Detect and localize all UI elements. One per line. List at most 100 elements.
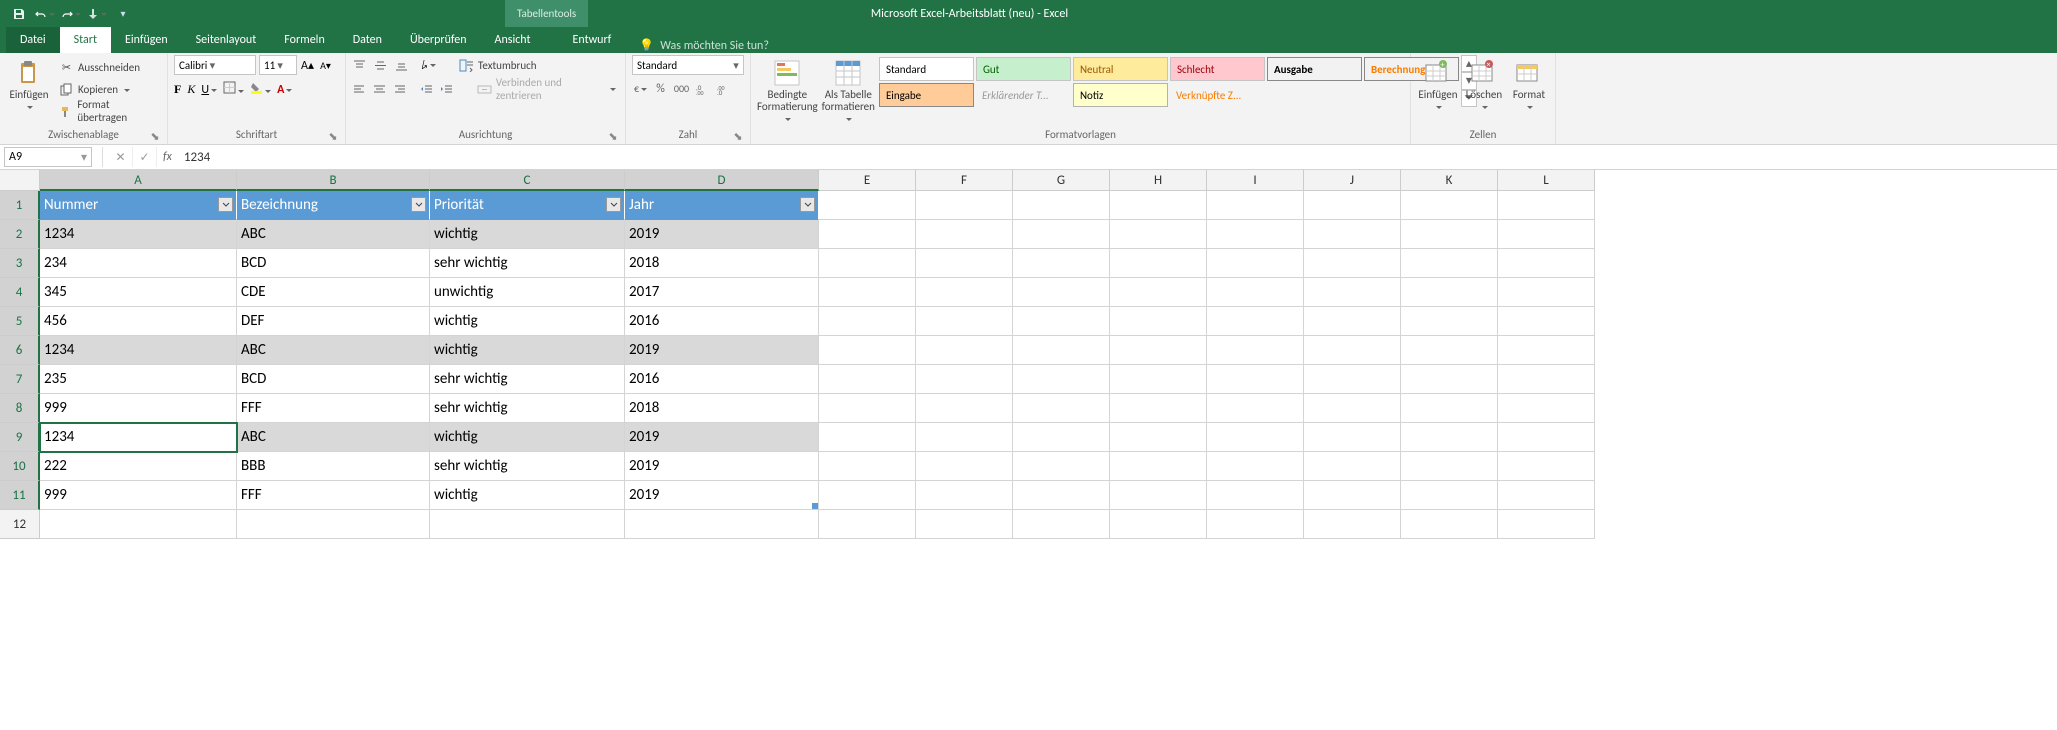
save-icon[interactable]: [8, 3, 30, 25]
cell-F9[interactable]: [916, 423, 1013, 452]
cell-D1[interactable]: Jahr: [625, 191, 819, 220]
tell-me-search[interactable]: 💡 Was möchten Sie tun?: [625, 38, 783, 53]
cell-E12[interactable]: [819, 510, 916, 539]
percent-icon[interactable]: %: [653, 81, 668, 96]
cut-button[interactable]: ✂Ausschneiden: [56, 57, 161, 77]
col-header-D[interactable]: D: [625, 170, 819, 191]
row-header-4[interactable]: 4: [0, 278, 40, 307]
align-bottom-icon[interactable]: [394, 58, 409, 73]
cell-G5[interactable]: [1013, 307, 1110, 336]
cell-L1[interactable]: [1498, 191, 1595, 220]
cell-B8[interactable]: FFF: [237, 394, 430, 423]
style-neutral[interactable]: Neutral: [1073, 57, 1168, 81]
cell-J7[interactable]: [1304, 365, 1401, 394]
dialog-launcher-icon[interactable]: ⬊: [607, 130, 619, 142]
col-header-B[interactable]: B: [237, 170, 430, 191]
increase-indent-icon[interactable]: [440, 82, 454, 97]
style-note[interactable]: Notiz: [1073, 83, 1168, 107]
cell-L8[interactable]: [1498, 394, 1595, 423]
row-header-7[interactable]: 7: [0, 365, 40, 394]
cell-C2[interactable]: wichtig: [430, 220, 625, 249]
cell-L12[interactable]: [1498, 510, 1595, 539]
tab-insert[interactable]: Einfügen: [111, 27, 182, 53]
cell-K1[interactable]: [1401, 191, 1498, 220]
filter-icon[interactable]: [606, 197, 621, 212]
copy-button[interactable]: Kopieren: [56, 79, 161, 99]
tab-review[interactable]: Überprüfen: [396, 27, 481, 53]
col-header-J[interactable]: J: [1304, 170, 1401, 191]
cell-F12[interactable]: [916, 510, 1013, 539]
number-format-combo[interactable]: Standard▾: [632, 55, 744, 75]
cell-J2[interactable]: [1304, 220, 1401, 249]
cell-E1[interactable]: [819, 191, 916, 220]
cell-H6[interactable]: [1110, 336, 1207, 365]
cell-E4[interactable]: [819, 278, 916, 307]
cell-I7[interactable]: [1207, 365, 1304, 394]
touch-mode-icon[interactable]: [86, 3, 108, 25]
italic-button[interactable]: K: [187, 82, 195, 97]
cell-J6[interactable]: [1304, 336, 1401, 365]
cell-K11[interactable]: [1401, 481, 1498, 510]
shrink-font-icon[interactable]: A▾: [318, 58, 333, 73]
tab-layout[interactable]: Seitenlayout: [182, 27, 271, 53]
cell-H5[interactable]: [1110, 307, 1207, 336]
col-header-L[interactable]: L: [1498, 170, 1595, 191]
style-bad[interactable]: Schlecht: [1170, 57, 1265, 81]
col-header-G[interactable]: G: [1013, 170, 1110, 191]
tab-formulas[interactable]: Formeln: [270, 27, 338, 53]
cell-D10[interactable]: 2019: [625, 452, 819, 481]
cell-L11[interactable]: [1498, 481, 1595, 510]
cell-C1[interactable]: Priorität: [430, 191, 625, 220]
cell-F3[interactable]: [916, 249, 1013, 278]
select-all-corner[interactable]: [0, 170, 40, 191]
row-header-6[interactable]: 6: [0, 336, 40, 365]
cell-K2[interactable]: [1401, 220, 1498, 249]
cell-A4[interactable]: 345: [40, 278, 237, 307]
cell-I2[interactable]: [1207, 220, 1304, 249]
cell-G2[interactable]: [1013, 220, 1110, 249]
cell-F10[interactable]: [916, 452, 1013, 481]
cell-H2[interactable]: [1110, 220, 1207, 249]
cell-A12[interactable]: [40, 510, 237, 539]
orientation-icon[interactable]: ⭞: [421, 58, 436, 73]
align-top-icon[interactable]: [352, 58, 367, 73]
format-cells-button[interactable]: Format: [1509, 55, 1549, 113]
cell-D5[interactable]: 2016: [625, 307, 819, 336]
filter-icon[interactable]: [218, 197, 233, 212]
cell-J9[interactable]: [1304, 423, 1401, 452]
cell-F5[interactable]: [916, 307, 1013, 336]
cell-J4[interactable]: [1304, 278, 1401, 307]
cell-K7[interactable]: [1401, 365, 1498, 394]
align-center-icon[interactable]: [372, 82, 386, 97]
decrease-indent-icon[interactable]: [419, 82, 433, 97]
cell-F1[interactable]: [916, 191, 1013, 220]
row-header-2[interactable]: 2: [0, 220, 40, 249]
row-header-11[interactable]: 11: [0, 481, 40, 510]
cell-H7[interactable]: [1110, 365, 1207, 394]
col-header-F[interactable]: F: [916, 170, 1013, 191]
dialog-launcher-icon[interactable]: ⬊: [149, 130, 161, 142]
cell-J12[interactable]: [1304, 510, 1401, 539]
enter-formula-icon[interactable]: ✓: [133, 147, 157, 167]
row-header-1[interactable]: 1: [0, 191, 40, 220]
cell-I6[interactable]: [1207, 336, 1304, 365]
bold-button[interactable]: F: [174, 82, 181, 97]
style-linked[interactable]: Verknüpfte Z...: [1170, 83, 1265, 107]
tab-design[interactable]: Entwurf: [559, 27, 626, 53]
format-painter-button[interactable]: Format übertragen: [56, 101, 161, 121]
cell-I10[interactable]: [1207, 452, 1304, 481]
cell-I3[interactable]: [1207, 249, 1304, 278]
style-explanatory[interactable]: Erklärender T...: [976, 83, 1071, 107]
cell-G8[interactable]: [1013, 394, 1110, 423]
cell-G1[interactable]: [1013, 191, 1110, 220]
cell-G7[interactable]: [1013, 365, 1110, 394]
font-color-button[interactable]: A: [277, 83, 292, 97]
formula-input[interactable]: 1234: [178, 150, 2057, 165]
tab-file[interactable]: Datei: [6, 27, 60, 53]
row-header-5[interactable]: 5: [0, 307, 40, 336]
cell-J8[interactable]: [1304, 394, 1401, 423]
row-header-9[interactable]: 9: [0, 423, 40, 452]
align-middle-icon[interactable]: [373, 58, 388, 73]
cell-H10[interactable]: [1110, 452, 1207, 481]
cell-C7[interactable]: sehr wichtig: [430, 365, 625, 394]
